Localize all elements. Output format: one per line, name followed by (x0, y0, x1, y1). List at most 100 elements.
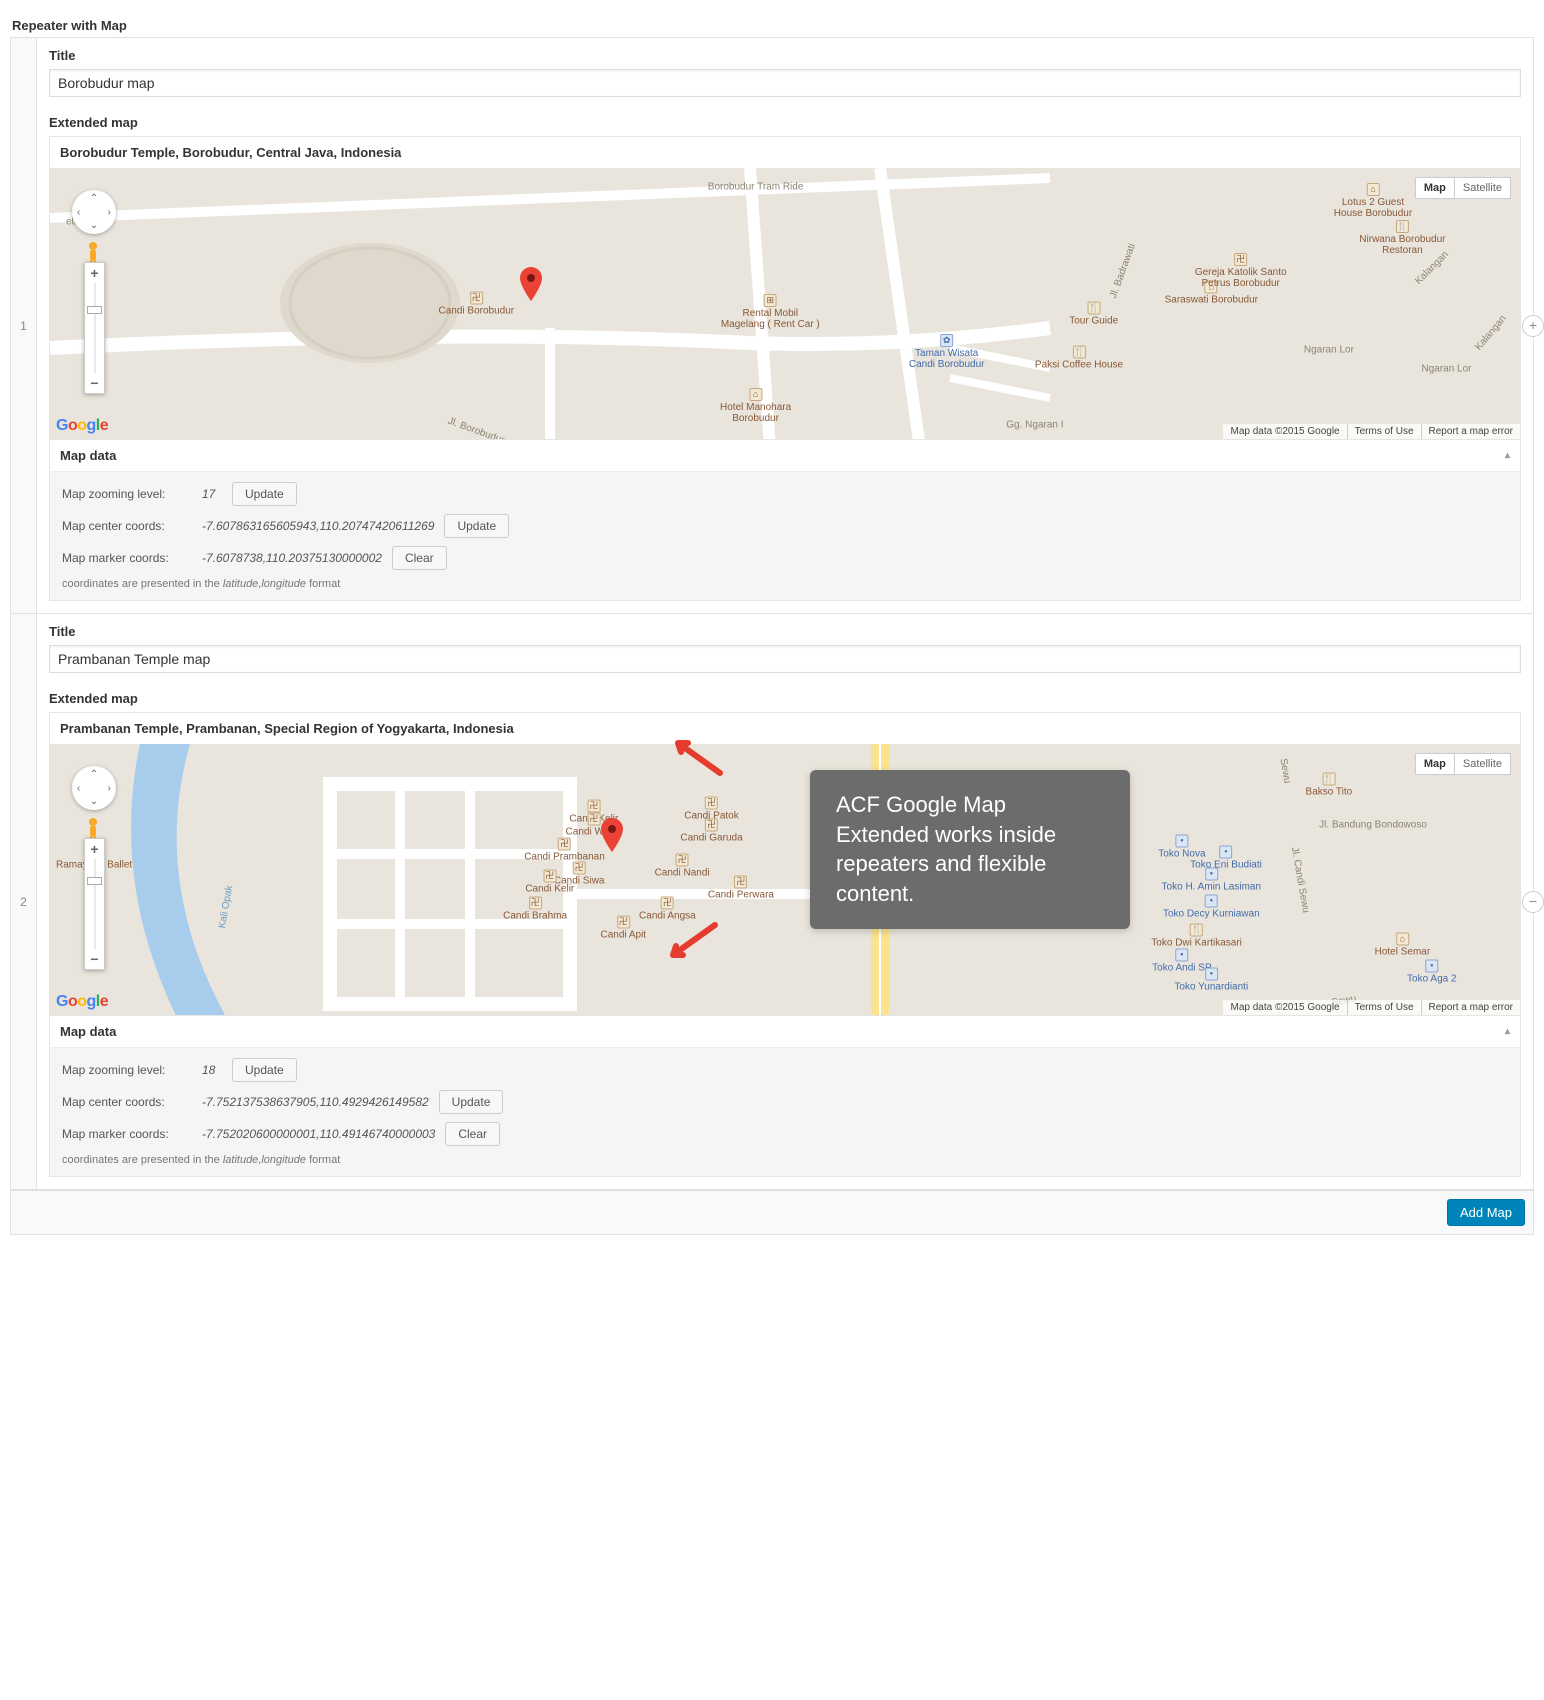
temple-icon: 卍 (617, 916, 630, 929)
title-input[interactable] (49, 69, 1521, 97)
attribution: Map data ©2015 Google Terms of Use Repor… (1223, 1000, 1520, 1015)
row-handle[interactable]: 1 (11, 38, 37, 613)
shop-icon: • (1205, 967, 1218, 980)
park-icon: ✿ (940, 334, 953, 347)
clear-marker-button[interactable]: Clear (392, 546, 447, 570)
callout-arrow-up (670, 738, 730, 778)
title-label: Title (49, 48, 1521, 63)
road-label: Ngaran Lor (1421, 363, 1471, 374)
map-data-label: Map data (60, 1024, 116, 1039)
temple-icon: 卍 (529, 897, 542, 910)
poi-label: •Toko H. Amin Lasiman (1162, 867, 1262, 892)
car-icon: ⊞ (764, 294, 777, 307)
google-logo: Google (56, 417, 108, 435)
map-location: Borobudur Temple, Borobudur, Central Jav… (49, 136, 1521, 168)
zoom-slider-handle[interactable] (87, 306, 102, 314)
zoom-value: 18 (192, 1063, 232, 1077)
zoom-control[interactable]: + − (84, 262, 105, 394)
map-type-map[interactable]: Map (1415, 753, 1454, 775)
poi-label: 🍴Toko Dwi Kartikasari (1151, 924, 1242, 949)
marker-icon[interactable] (601, 818, 623, 852)
title-input[interactable] (49, 645, 1521, 673)
shop-icon: • (1220, 845, 1233, 858)
zoom-slider-handle[interactable] (87, 877, 102, 885)
poi-label: 卍Candi Garuda (680, 818, 742, 843)
road-label: Borobudur Tram Ride (708, 181, 804, 192)
shop-icon: • (1205, 894, 1218, 907)
temple-icon: 卍 (705, 797, 718, 810)
clear-marker-button[interactable]: Clear (445, 1122, 500, 1146)
collapse-icon[interactable]: ▴ (1505, 1026, 1510, 1037)
map-type-map[interactable]: Map (1415, 177, 1454, 199)
marker-value: -7.6078738,110.20375130000002 (192, 551, 392, 565)
zoom-control[interactable]: + − (84, 838, 105, 970)
zoom-out-button[interactable]: − (85, 949, 104, 969)
shop-icon: • (1205, 867, 1218, 880)
zoom-in-button[interactable]: + (85, 839, 104, 859)
add-map-button[interactable]: Add Map (1447, 1199, 1525, 1226)
zoom-out-button[interactable]: − (85, 373, 104, 393)
temple-icon: 卍 (705, 818, 718, 831)
shop-icon: • (1175, 948, 1188, 961)
google-logo: Google (56, 993, 108, 1011)
center-value: -7.752137538637905,110.4929426149582 (192, 1095, 439, 1109)
title-label: Title (49, 624, 1521, 639)
callout-arrow-down (665, 920, 725, 960)
map-type-satellite[interactable]: Satellite (1454, 177, 1511, 199)
road-label: Jl. Bandung Bondowoso (1319, 820, 1427, 831)
zoom-label: Map zooming level: (62, 487, 192, 501)
poi-label: 卍Candi Perwara (708, 875, 774, 900)
zoom-label: Map zooming level: (62, 1063, 192, 1077)
update-center-button[interactable]: Update (439, 1090, 504, 1114)
map-type-satellite[interactable]: Satellite (1454, 753, 1511, 775)
map-data-panel: Map data ▴ Map zooming level: 18 Update … (49, 1016, 1521, 1177)
center-label: Map center coords: (62, 519, 192, 533)
update-zoom-button[interactable]: Update (232, 482, 297, 506)
temple-icon: 卍 (543, 870, 556, 883)
callout-box: ACF Google Map Extended works inside rep… (810, 770, 1130, 929)
poi-label: ⊞Rental MobilMagelang ( Rent Car ) (721, 294, 820, 330)
terms-link[interactable]: Terms of Use (1347, 1000, 1421, 1015)
marker-icon[interactable] (520, 267, 542, 301)
temple-icon: 卍 (587, 799, 600, 812)
map-canvas[interactable]: Map Satellite ‹› + − Google Map data (49, 168, 1521, 440)
map-data-label: Map data (60, 448, 116, 463)
update-center-button[interactable]: Update (444, 514, 509, 538)
terms-link[interactable]: Terms of Use (1347, 424, 1421, 439)
temple-icon: 卍 (573, 862, 586, 875)
temple-icon: 卍 (470, 291, 483, 304)
pan-control[interactable]: ‹› (72, 190, 116, 234)
center-label: Map center coords: (62, 1095, 192, 1109)
marker-label: Map marker coords: (62, 551, 192, 565)
temple-icon: 卍 (676, 853, 689, 866)
report-link[interactable]: Report a map error (1421, 1000, 1520, 1015)
poi-label: 卍Gereja Katolik SantoPetrus Borobudur (1195, 253, 1287, 289)
extended-map-label: Extended map (49, 115, 1521, 130)
remove-row-button[interactable]: − (1522, 891, 1544, 913)
repeater: 1 Title Extended map Borobudur Temple, B… (10, 37, 1534, 1235)
road-label: Gg. Ngaran I (1006, 420, 1063, 431)
shop-icon: • (1425, 959, 1438, 972)
poi-label: 🍴Paksi Coffee House (1035, 345, 1123, 370)
poi-label: 🍴Tour Guide (1069, 302, 1118, 327)
center-value: -7.607863165605943,110.20747420611269 (192, 519, 444, 533)
poi-label: 卍Candi Apit (601, 916, 647, 941)
report-link[interactable]: Report a map error (1421, 424, 1520, 439)
poi-label: 卍Candi Kelir (525, 870, 574, 895)
collapse-icon[interactable]: ▴ (1505, 450, 1510, 461)
marker-label: Map marker coords: (62, 1127, 192, 1141)
add-row-button[interactable]: + (1522, 315, 1544, 337)
pan-control[interactable]: ‹› (72, 766, 116, 810)
repeater-row: 2 Title Extended map Prambanan Temple, P… (11, 614, 1533, 1190)
poi-label: ⌂Hotel ManoharaBorobudur (720, 388, 791, 424)
poi-label: 卍Candi Angsa (639, 897, 696, 922)
zoom-in-button[interactable]: + (85, 263, 104, 283)
row-handle[interactable]: 2 (11, 614, 37, 1189)
map-canvas[interactable]: Map Satellite ‹› + − Google Map data (49, 744, 1521, 1016)
temple-icon: 卍 (587, 813, 600, 826)
food-icon: 🍴 (1190, 924, 1203, 937)
attribution: Map data ©2015 Google Terms of Use Repor… (1223, 424, 1520, 439)
update-zoom-button[interactable]: Update (232, 1058, 297, 1082)
poi-label: 卍Candi Brahma (503, 897, 567, 922)
hotel-icon: ⌂ (749, 388, 762, 401)
